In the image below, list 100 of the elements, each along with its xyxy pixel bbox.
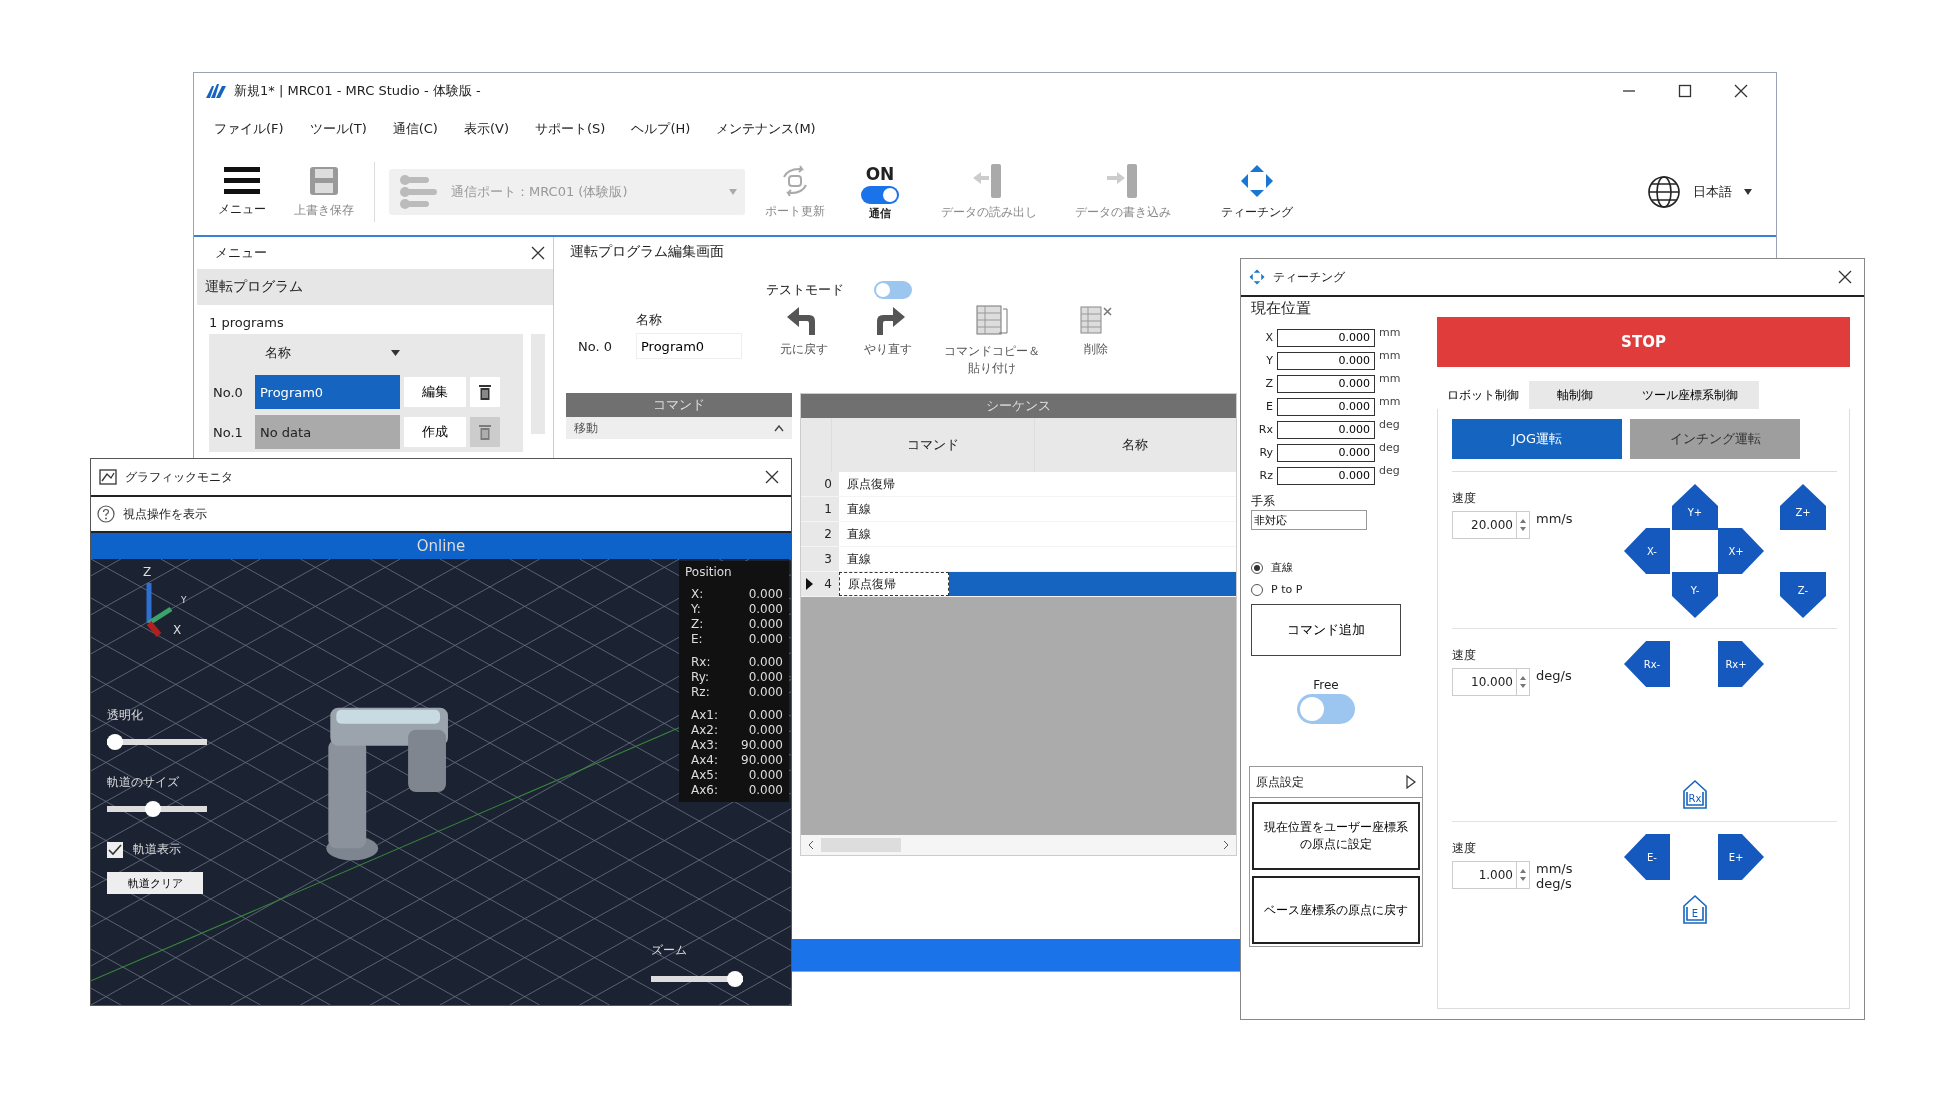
action-button[interactable]: 編集 <box>404 377 466 407</box>
position-field[interactable]: 0.000 <box>1277 374 1375 393</box>
scrollbar[interactable] <box>801 835 1236 855</box>
direction-button[interactable]: Z- <box>1780 572 1826 618</box>
speed-spinner[interactable]: 10.000 <box>1452 668 1530 696</box>
unit-label: mm/s <box>1536 511 1573 526</box>
radio-option[interactable]: P to P <box>1251 583 1421 596</box>
close-icon[interactable] <box>1734 84 1748 98</box>
connection-toggle[interactable] <box>861 185 899 204</box>
position-field[interactable]: 0.000 <box>1277 420 1375 439</box>
tool-button[interactable]: コマンドコピー＆貼り付け <box>940 305 1044 377</box>
close-icon[interactable] <box>1838 270 1852 284</box>
position-label: Ry: <box>691 670 709 685</box>
scroll-right-icon[interactable] <box>1222 840 1230 850</box>
action-button[interactable]: 作成 <box>404 417 466 447</box>
teaching-button[interactable]: ティーチング <box>1197 161 1317 223</box>
zoom-slider[interactable] <box>651 971 743 987</box>
refresh-port-button[interactable]: ポート更新 <box>759 162 831 222</box>
name-field[interactable]: Program0 <box>636 333 742 359</box>
tool-button[interactable]: やり直す <box>856 305 920 377</box>
menu-item[interactable]: サポート(S) <box>535 120 606 138</box>
delete-button[interactable] <box>470 377 500 407</box>
direction-button[interactable]: Y+ <box>1672 484 1718 530</box>
field-label: 速度 <box>1452 647 1477 664</box>
scroll-up-icon[interactable] <box>774 424 784 432</box>
position-field[interactable]: 0.000 <box>1277 328 1375 347</box>
spinner-arrows-icon[interactable] <box>1519 867 1527 883</box>
sequence-row[interactable]: 4 原点復帰 <box>801 572 1236 597</box>
menu-button[interactable]: メニュー <box>210 164 274 220</box>
free-toggle[interactable] <box>1297 694 1355 724</box>
sequence-row[interactable]: 0 原点復帰 <box>801 472 1236 497</box>
menu-item[interactable]: 表示(V) <box>463 120 509 138</box>
slider[interactable] <box>107 734 207 750</box>
read-data-button[interactable]: データの読み出し <box>929 161 1049 223</box>
help-icon <box>97 505 115 523</box>
spinner-arrows-icon[interactable] <box>1519 674 1527 690</box>
column-header[interactable]: 名称 <box>265 344 291 362</box>
mode-button[interactable]: インチング運転 <box>1630 419 1800 459</box>
clear-trail-button[interactable]: 軌道クリア <box>107 872 203 894</box>
position-field[interactable]: 0.000 <box>1277 466 1375 485</box>
save-button[interactable]: 上書き保存 <box>288 163 360 221</box>
row-number: 1 <box>823 502 833 516</box>
close-icon[interactable] <box>531 246 545 260</box>
sort-icon[interactable] <box>391 350 400 356</box>
speed-spinner[interactable]: 20.000 <box>1452 511 1530 539</box>
home-button[interactable]: E <box>1682 894 1708 924</box>
add-command-button[interactable]: コマンド追加 <box>1251 604 1401 656</box>
mode-button[interactable]: JOG運転 <box>1452 419 1622 459</box>
direction-button[interactable]: Rx- <box>1624 641 1670 687</box>
sequence-row[interactable]: 2 直線 <box>801 522 1236 547</box>
speed-spinner[interactable]: 1.000 <box>1452 861 1530 889</box>
program-number: No. 0 <box>578 339 612 354</box>
close-icon[interactable] <box>765 470 779 484</box>
position-field[interactable]: 0.000 <box>1277 397 1375 416</box>
tool-button[interactable]: 元に戻す <box>772 305 836 377</box>
hand-field[interactable]: 非対応 <box>1251 510 1367 530</box>
position-value: 0.000 <box>748 723 783 738</box>
expander-header[interactable]: 原点設定 <box>1250 767 1422 798</box>
test-mode-toggle[interactable] <box>874 281 912 299</box>
radio-option[interactable]: 直線 <box>1251 560 1421 575</box>
origin-button[interactable]: 現在位置をユーザー座標系の原点に設定 <box>1252 802 1420 870</box>
maximize-icon[interactable] <box>1678 84 1692 98</box>
tab[interactable]: 軸制御 <box>1529 381 1621 409</box>
direction-button[interactable]: Rx+ <box>1718 641 1764 687</box>
origin-button[interactable]: ベース座標系の原点に戻す <box>1252 876 1420 944</box>
direction-button[interactable]: E+ <box>1718 834 1764 880</box>
stop-button[interactable]: STOP <box>1437 317 1850 367</box>
axis-label: X <box>1264 331 1273 344</box>
menu-item[interactable]: メンテナンス(M) <box>716 120 816 138</box>
position-value: 0.000 <box>748 602 783 617</box>
position-label: Rx: <box>691 655 711 670</box>
section-header[interactable]: 運転プログラム <box>197 269 553 305</box>
direction-button[interactable]: Y- <box>1672 572 1718 618</box>
position-field[interactable]: 0.000 <box>1277 351 1375 370</box>
sequence-row[interactable]: 3 直線 <box>801 547 1236 572</box>
menu-item[interactable]: 通信(C) <box>392 120 438 138</box>
language-dropdown[interactable]: 日本語 <box>1647 175 1752 209</box>
program-name[interactable]: No data <box>255 415 400 449</box>
position-label: Ax2: <box>691 723 718 738</box>
position-field[interactable]: 0.000 <box>1277 443 1375 462</box>
scrollbar-thumb[interactable] <box>821 838 901 852</box>
direction-button[interactable]: X+ <box>1718 528 1764 574</box>
tool-button[interactable]: 削除 <box>1064 305 1128 377</box>
direction-button[interactable]: Z+ <box>1780 484 1826 530</box>
spinner-arrows-icon[interactable] <box>1519 517 1527 533</box>
direction-button[interactable]: X- <box>1624 528 1670 574</box>
direction-button[interactable]: E- <box>1624 834 1670 880</box>
home-button[interactable]: Rx <box>1682 779 1708 809</box>
unit-label: mm/s <box>1536 861 1573 876</box>
command-item[interactable]: 移動 <box>574 419 598 437</box>
program-name[interactable]: Program0 <box>255 375 400 409</box>
teaching-icon <box>1249 269 1265 285</box>
menu-item[interactable]: ファイル(F) <box>214 120 284 138</box>
menu-item[interactable]: ヘルプ(H) <box>631 120 691 138</box>
scroll-left-icon[interactable] <box>807 840 815 850</box>
menu-item[interactable]: ツール(T) <box>309 120 367 138</box>
write-data-button[interactable]: データの書き込み <box>1063 161 1183 223</box>
table-copy-icon <box>975 305 1009 337</box>
tab[interactable]: ツール座標系制御 <box>1621 381 1759 409</box>
sequence-row[interactable]: 1 直線 <box>801 497 1236 522</box>
